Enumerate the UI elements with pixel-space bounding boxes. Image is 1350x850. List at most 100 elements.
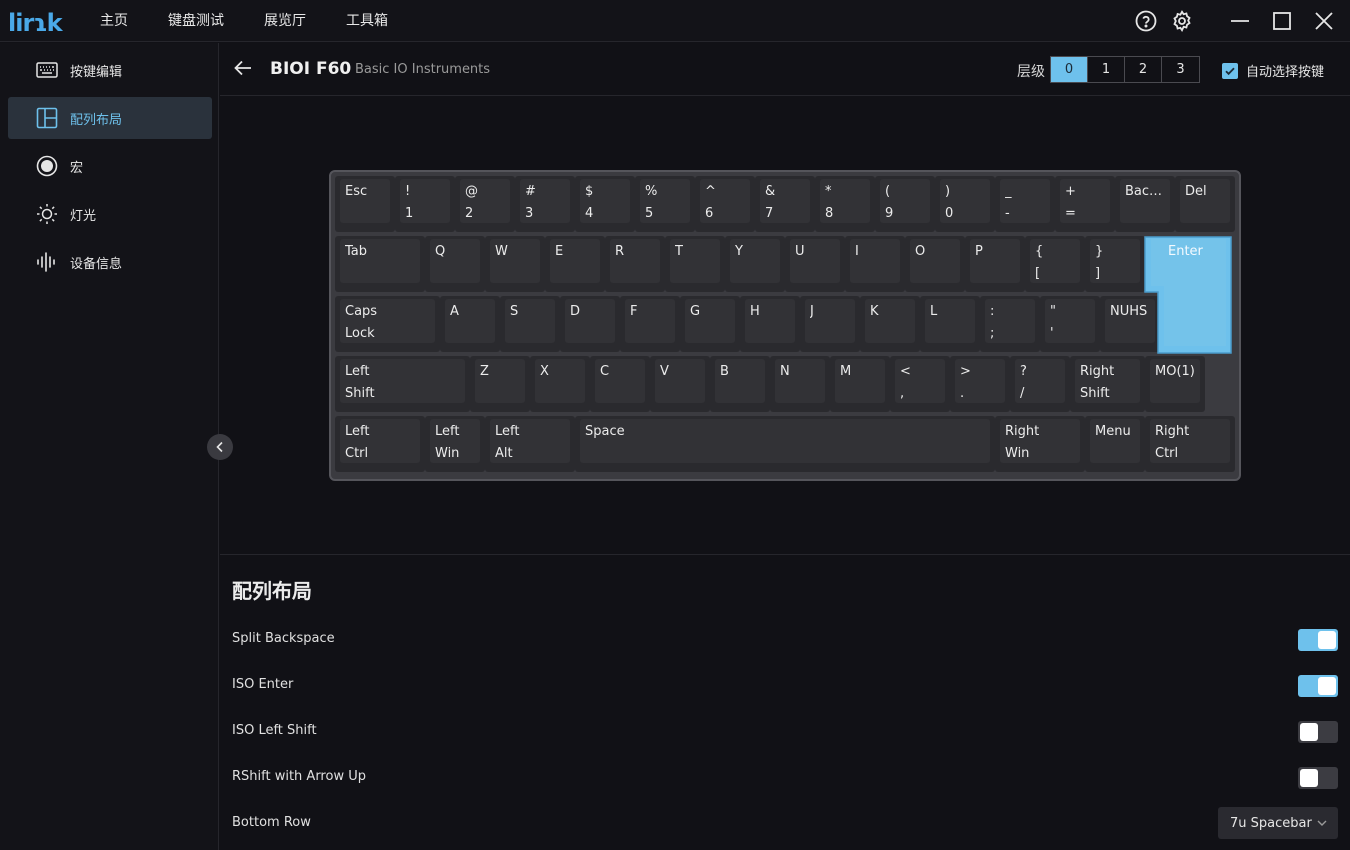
key[interactable]: Backs... [1115,176,1175,232]
key[interactable]: :; [980,296,1040,352]
key[interactable]: R [605,236,665,292]
key[interactable]: Menu [1085,416,1145,472]
key[interactable]: V [650,356,710,412]
help-icon[interactable] [1128,0,1164,42]
sidebar-item-layout[interactable]: 配列布局 [8,97,212,139]
key[interactable]: A [440,296,500,352]
key[interactable]: Del [1175,176,1235,232]
key-legend-shifted: 5 [645,206,654,221]
key[interactable]: <, [890,356,950,412]
nav-gallery[interactable]: 展览厅 [264,0,306,42]
sidebar-item-key-edit[interactable]: 按键编辑 [8,49,212,91]
layer-button-3[interactable]: 3 [1162,57,1199,82]
auto-select-checkbox[interactable]: 自动选择按键 [1222,61,1324,80]
key[interactable]: F [620,296,680,352]
key[interactable]: Left Alt [485,416,575,472]
key[interactable]: G [680,296,740,352]
key[interactable]: ! 1 [395,176,455,232]
nav-home[interactable]: 主页 [100,0,128,42]
key[interactable]: I [845,236,905,292]
key[interactable]: ? / [1010,356,1070,412]
key[interactable]: Left Win [425,416,485,472]
key-legend: B [720,364,729,379]
key[interactable]: P [965,236,1025,292]
sidebar-item-device-info[interactable]: 设备信息 [8,241,212,283]
sidebar-item-macro[interactable]: 宏 [8,145,212,187]
key[interactable]: U [785,236,845,292]
layer-button-1[interactable]: 1 [1088,57,1125,82]
key[interactable]: X [530,356,590,412]
iso-enter-toggle[interactable] [1298,675,1338,697]
key[interactable]: Caps Lock [335,296,440,352]
key[interactable]: _ - [995,176,1055,232]
key[interactable]: * 8 [815,176,875,232]
nav-toolbox[interactable]: 工具箱 [346,0,388,42]
key[interactable]: Y [725,236,785,292]
key[interactable]: D [560,296,620,352]
key[interactable]: L [920,296,980,352]
key[interactable]: M [830,356,890,412]
layer-button-2[interactable]: 2 [1125,57,1162,82]
key-legend: Menu [1095,424,1131,439]
key[interactable]: & 7 [755,176,815,232]
key[interactable]: Tab [335,236,425,292]
key[interactable]: S [500,296,560,352]
nav-keyboard-test[interactable]: 键盘测试 [168,0,224,42]
sidebar-collapse-button[interactable] [207,434,233,460]
key[interactable]: Esc [335,176,395,232]
key[interactable]: Right Ctrl [1145,416,1235,472]
key[interactable]: Q [425,236,485,292]
key-legend-shifted: [ [1035,266,1041,281]
minimize-icon[interactable] [1222,0,1258,42]
key[interactable]: % 5 [635,176,695,232]
key[interactable]: W [485,236,545,292]
key[interactable]: N [770,356,830,412]
key[interactable]: Z [470,356,530,412]
key-legend-shifted: - [1005,206,1010,221]
close-icon[interactable] [1306,0,1342,42]
key[interactable]: J [800,296,860,352]
gear-icon[interactable] [1164,0,1200,42]
key[interactable]: $4 [575,176,635,232]
key[interactable]: B [710,356,770,412]
key[interactable]: C [590,356,650,412]
key[interactable]: + = [1055,176,1115,232]
maximize-icon[interactable] [1264,0,1300,42]
key[interactable]: T [665,236,725,292]
iso-left-shift-toggle[interactable] [1298,721,1338,743]
bottom-row-select[interactable]: 7u Spacebar [1218,807,1338,839]
key[interactable]: ) 0 [935,176,995,232]
key-legend-shifted: 1 [405,206,414,221]
key[interactable]: Left Ctrl [335,416,425,472]
split-backspace-toggle[interactable] [1298,629,1338,651]
sidebar-item-lighting[interactable]: 灯光 [8,193,212,235]
back-arrow-icon[interactable] [232,57,254,79]
key[interactable]: #3 [515,176,575,232]
setting-split-backspace: Split Backspace [232,623,1338,657]
key-legend: % [645,184,658,199]
key-legend-shifted: ] [1095,266,1101,281]
key-legend: ^ [705,184,716,199]
key[interactable]: @2 [455,176,515,232]
key[interactable]: Space [575,416,995,472]
key[interactable]: K [860,296,920,352]
key[interactable]: MO(1) [1145,356,1205,412]
key[interactable]: Right Win [995,416,1085,472]
key[interactable]: H [740,296,800,352]
key[interactable]: Right Shift [1070,356,1145,412]
key[interactable]: Left Shift [335,356,470,412]
rshift-arrow-up-toggle[interactable] [1298,767,1338,789]
key[interactable]: E [545,236,605,292]
key[interactable]: ^ 6 [695,176,755,232]
key[interactable]: (9 [875,176,935,232]
key-legend-shifted: ; [990,326,995,341]
key-enter[interactable]: Enter [1144,236,1232,354]
key[interactable]: O [905,236,965,292]
key[interactable]: }] [1085,236,1145,292]
key[interactable]: " ' [1040,296,1100,352]
key[interactable]: >. [950,356,1010,412]
key[interactable]: {[ [1025,236,1085,292]
top-nav: 主页 键盘测试 展览厅 工具箱 [100,0,428,42]
layer-button-0[interactable]: 0 [1051,57,1088,82]
key-legend: > [960,364,971,379]
